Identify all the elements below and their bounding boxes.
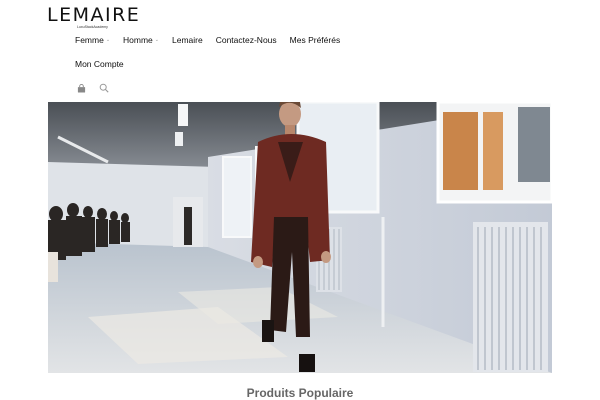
chevron-down-icon: ⌄ bbox=[105, 37, 111, 43]
popular-products-title: Produits Populaire bbox=[246, 386, 354, 400]
nav-item-label: Mon Compte bbox=[75, 59, 124, 69]
nav-item-account[interactable]: Mon Compte bbox=[75, 59, 124, 69]
main-nav: Femme ⌄ Homme ⌄ Lemaire Contactez-Nous M… bbox=[75, 33, 405, 71]
runway-photo bbox=[48, 102, 552, 373]
brand-logo[interactable]: LEMAIRE LuxuStackAcademy bbox=[47, 4, 147, 30]
nav-item-homme[interactable]: Homme ⌄ bbox=[123, 35, 159, 45]
brand-name: LEMAIRE bbox=[47, 4, 141, 26]
nav-item-label: Homme bbox=[123, 35, 153, 45]
nav-item-lemaire[interactable]: Lemaire bbox=[172, 35, 203, 45]
chevron-down-icon: ⌄ bbox=[154, 37, 159, 43]
nav-item-favorites[interactable]: Mes Préférés bbox=[290, 35, 341, 45]
nav-item-label: Lemaire bbox=[171, 35, 203, 45]
nav-item-label: Contactez-Nous bbox=[215, 35, 277, 45]
nav-row-primary: Femme ⌄ Homme ⌄ Lemaire Contactez-Nous M… bbox=[75, 33, 405, 47]
header-tools bbox=[75, 82, 121, 94]
search-icon[interactable] bbox=[98, 82, 110, 94]
shopping-bag-icon[interactable] bbox=[75, 82, 87, 94]
nav-row-secondary: Mon Compte bbox=[75, 57, 405, 71]
nav-item-contact[interactable]: Contactez-Nous bbox=[216, 35, 277, 45]
hero-image[interactable] bbox=[48, 102, 552, 373]
nav-item-femme[interactable]: Femme ⌄ bbox=[75, 35, 110, 45]
nav-item-label: Mes Préférés bbox=[289, 35, 341, 45]
nav-item-label: Femme bbox=[75, 35, 104, 45]
